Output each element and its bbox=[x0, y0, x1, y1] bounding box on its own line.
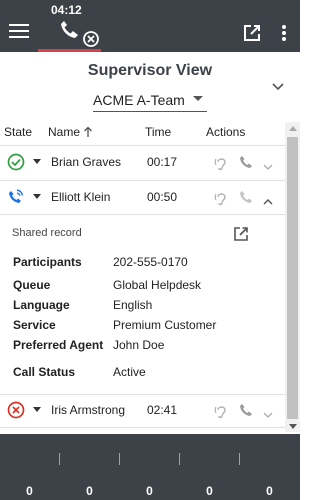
agent-time: 00:17 bbox=[147, 155, 178, 169]
detail-value: English bbox=[113, 298, 153, 312]
check-circle-icon bbox=[6, 152, 26, 172]
sort-ascending-icon[interactable] bbox=[83, 125, 93, 137]
column-header-name[interactable]: Name bbox=[48, 125, 80, 139]
dropdown-arrow-icon bbox=[193, 96, 203, 101]
bottom-status-bar: 0 0 0 0 0 bbox=[0, 434, 300, 500]
state-menu-caret[interactable] bbox=[33, 159, 41, 164]
shared-record-label: Shared record bbox=[12, 227, 82, 239]
table-row[interactable]: Brian Graves 00:17 bbox=[0, 146, 285, 178]
detail-label: Service bbox=[13, 318, 56, 332]
table-header: State Name Time Actions bbox=[0, 118, 285, 144]
scroll-up-arrow-icon[interactable] bbox=[289, 126, 297, 131]
chevron-up-icon[interactable] bbox=[263, 193, 273, 205]
column-header-actions: Actions bbox=[206, 125, 246, 139]
state-menu-caret[interactable] bbox=[33, 407, 41, 412]
phone-disconnect-icon[interactable] bbox=[55, 18, 105, 50]
detail-value: Premium Customer bbox=[113, 318, 217, 332]
detail-label: Call Status bbox=[13, 365, 76, 379]
hamburger-menu-icon[interactable] bbox=[9, 24, 29, 40]
detail-label: Preferred Agent bbox=[13, 338, 104, 352]
divider bbox=[179, 453, 180, 465]
call-timer: 04:12 bbox=[51, 3, 82, 17]
divider bbox=[119, 453, 120, 465]
divider bbox=[59, 453, 60, 465]
detail-label: Language bbox=[13, 298, 70, 312]
agent-time: 00:50 bbox=[147, 190, 178, 204]
column-header-state[interactable]: State bbox=[4, 125, 32, 139]
open-in-new-icon[interactable] bbox=[243, 24, 261, 42]
page-title: Supervisor View bbox=[87, 62, 213, 79]
table-row[interactable]: Iris Armstrong 02:41 bbox=[0, 394, 285, 426]
detail-value: John Doe bbox=[113, 338, 165, 352]
listen-icon[interactable] bbox=[214, 403, 228, 419]
agent-name: Iris Armstrong bbox=[51, 403, 126, 417]
chevron-down-icon[interactable] bbox=[263, 406, 273, 418]
top-bar: 04:12 bbox=[0, 0, 300, 52]
more-vertical-icon[interactable] bbox=[280, 24, 288, 42]
column-header-time[interactable]: Time bbox=[145, 125, 171, 139]
scroll-thumb[interactable] bbox=[287, 137, 298, 419]
state-menu-caret[interactable] bbox=[33, 194, 41, 199]
team-select-value: ACME A-Team bbox=[93, 92, 185, 108]
status-count: 0 bbox=[26, 484, 33, 498]
status-count: 0 bbox=[86, 484, 93, 498]
scroll-down-arrow-icon[interactable] bbox=[289, 424, 297, 429]
active-call-indicator bbox=[38, 49, 101, 52]
scrollbar[interactable] bbox=[285, 122, 300, 432]
detail-value: Active bbox=[113, 365, 146, 379]
agent-name: Brian Graves bbox=[51, 155, 122, 169]
status-count: 0 bbox=[206, 484, 213, 498]
divider bbox=[0, 427, 285, 428]
call-details-panel: Shared record Participants 202-555-0170 … bbox=[0, 215, 285, 393]
phone-icon[interactable] bbox=[239, 190, 253, 204]
detail-value: Global Helpdesk bbox=[113, 278, 202, 292]
cancel-circle-icon bbox=[6, 400, 26, 420]
listen-icon[interactable] bbox=[214, 155, 228, 171]
phone-icon[interactable] bbox=[239, 155, 253, 169]
chevron-down-icon[interactable] bbox=[271, 80, 285, 92]
listen-icon[interactable] bbox=[214, 190, 228, 206]
agent-time: 02:41 bbox=[147, 403, 178, 417]
team-select[interactable]: ACME A-Team bbox=[93, 90, 207, 112]
divider bbox=[239, 453, 240, 465]
table-row[interactable]: Elliott Klein 00:50 bbox=[0, 181, 285, 213]
detail-value: 202-555-0170 bbox=[113, 255, 188, 269]
agent-name: Elliott Klein bbox=[51, 190, 111, 204]
phone-call-icon bbox=[6, 187, 26, 207]
status-count: 0 bbox=[266, 484, 273, 498]
open-in-new-icon[interactable] bbox=[234, 227, 248, 241]
phone-icon[interactable] bbox=[239, 403, 253, 417]
status-count: 0 bbox=[146, 484, 153, 498]
chevron-down-icon[interactable] bbox=[263, 158, 273, 170]
detail-label: Participants bbox=[13, 255, 82, 269]
detail-label: Queue bbox=[13, 278, 51, 292]
